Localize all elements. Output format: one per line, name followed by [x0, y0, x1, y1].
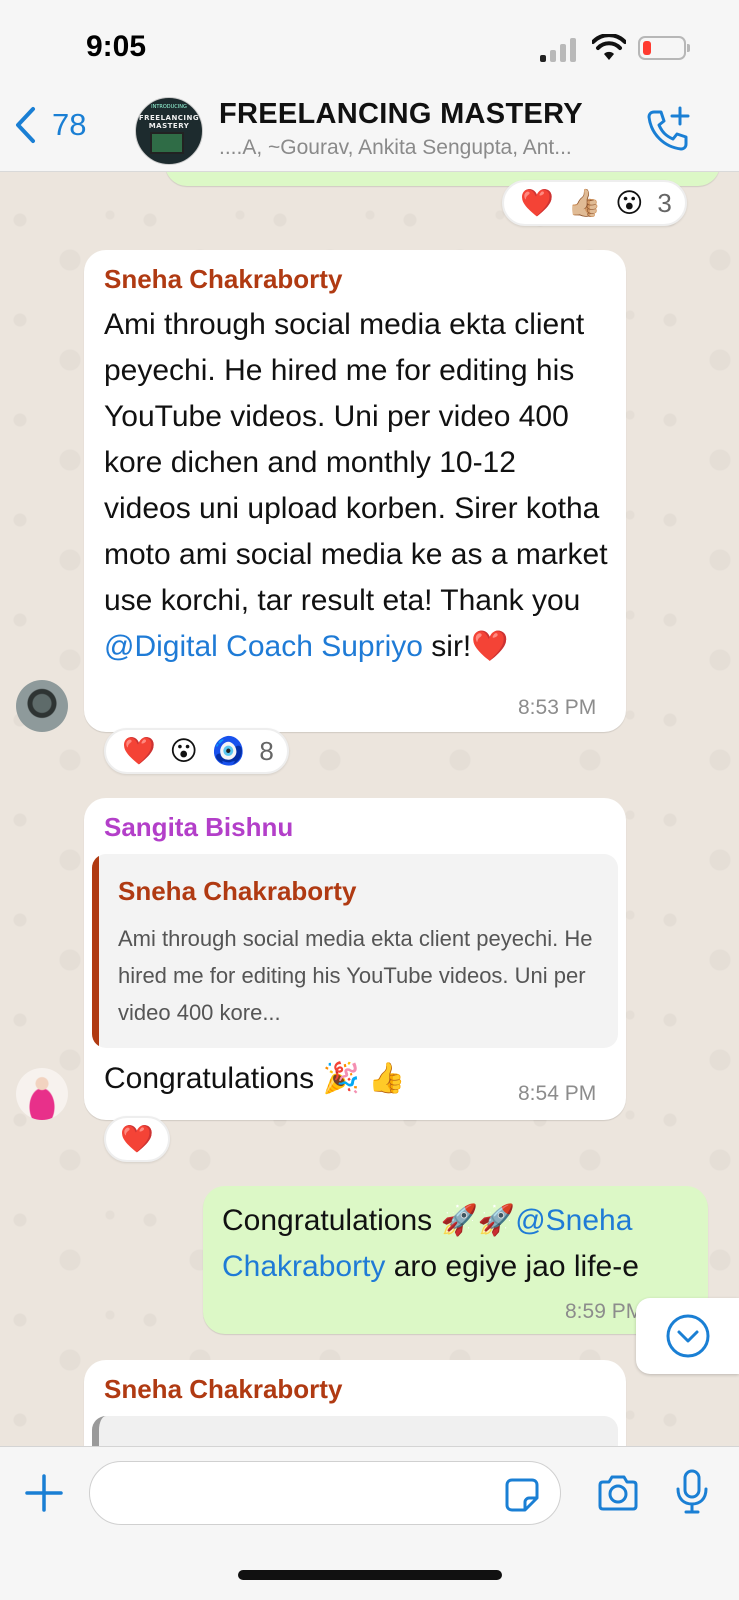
quoted-sender: Sneha Chakraborty	[118, 876, 357, 906]
reactions-pill[interactable]: ❤️ 👍🏼 😮 3	[502, 180, 687, 226]
quoted-text: Ami through social media ekta client pey…	[118, 926, 593, 1025]
reaction-count: 3	[657, 187, 672, 218]
reaction-count: 8	[259, 735, 274, 766]
microphone-icon[interactable]	[675, 1469, 709, 1515]
sender-name: Sneha Chakraborty	[104, 1374, 343, 1404]
message-time: 8:59 PM	[565, 1300, 644, 1323]
reaction-surprised: 😮	[615, 187, 644, 218]
reaction-thumbs-up: 👍🏼	[567, 188, 602, 218]
chevron-down-circle-icon	[666, 1314, 709, 1358]
message-input[interactable]	[89, 1461, 561, 1525]
sticker-icon[interactable]	[504, 1477, 540, 1513]
quoted-message[interactable]: Sneha Chakraborty Ami through social med…	[92, 854, 618, 1048]
group-title[interactable]: FREELANCING MASTERY	[219, 98, 583, 131]
sender-name: Sangita Bishnu	[104, 812, 294, 842]
reaction-heart: ❤️	[520, 188, 554, 218]
sender-name: Sneha Chakraborty	[104, 264, 343, 294]
message-text: Congratulations 🎉 👍	[104, 1062, 406, 1095]
top-bar: 9:05 78 INTRODUCING FREELANCING MASTERY …	[0, 0, 739, 172]
message-text: Ami through social media ekta client pey…	[104, 308, 608, 663]
reaction-nazar: 🧿	[211, 736, 246, 766]
battery-icon	[638, 36, 690, 60]
message-time: 8:54 PM	[518, 1082, 597, 1105]
reaction-surprised: 😮	[169, 735, 198, 766]
back-button[interactable]: 78	[14, 106, 86, 144]
cellular-signal-icon	[540, 38, 580, 62]
sender-avatar[interactable]	[16, 680, 68, 732]
outgoing-message-bubble[interactable]: Congratulations 🚀🚀@Sneha Chakraborty aro…	[203, 1186, 708, 1334]
message-time: 8:53 PM	[518, 696, 597, 719]
reactions-pill[interactable]: ❤️	[104, 1116, 170, 1162]
plus-icon[interactable]	[24, 1473, 64, 1513]
add-call-icon[interactable]	[644, 106, 692, 154]
chevron-left-icon	[16, 107, 35, 143]
group-avatar[interactable]: INTRODUCING FREELANCING MASTERY	[135, 97, 203, 165]
message-bubble[interactable]: Sneha Chakraborty Ami through social med…	[84, 250, 626, 732]
home-indicator	[238, 1570, 502, 1580]
reaction-heart: ❤️	[122, 736, 156, 766]
message-bubble[interactable]: Sangita Bishnu Sneha Chakraborty Ami thr…	[84, 798, 626, 1120]
reactions-pill[interactable]: ❤️ 😮 🧿 8	[104, 728, 289, 774]
scroll-to-bottom-button[interactable]	[636, 1298, 739, 1374]
mention-link[interactable]: @Digital Coach Supriyo	[104, 630, 423, 663]
sender-avatar[interactable]	[16, 1068, 68, 1120]
group-members[interactable]: ....A, ~Gourav, Ankita Sengupta, Ant...	[219, 136, 624, 160]
unread-count: 78	[52, 107, 87, 142]
reaction-heart: ❤️	[120, 1124, 154, 1154]
camera-icon[interactable]	[596, 1473, 640, 1513]
wifi-icon	[592, 34, 626, 60]
status-time: 9:05	[86, 30, 147, 63]
message-text: Congratulations 🚀🚀@Sneha Chakraborty aro…	[222, 1204, 639, 1283]
